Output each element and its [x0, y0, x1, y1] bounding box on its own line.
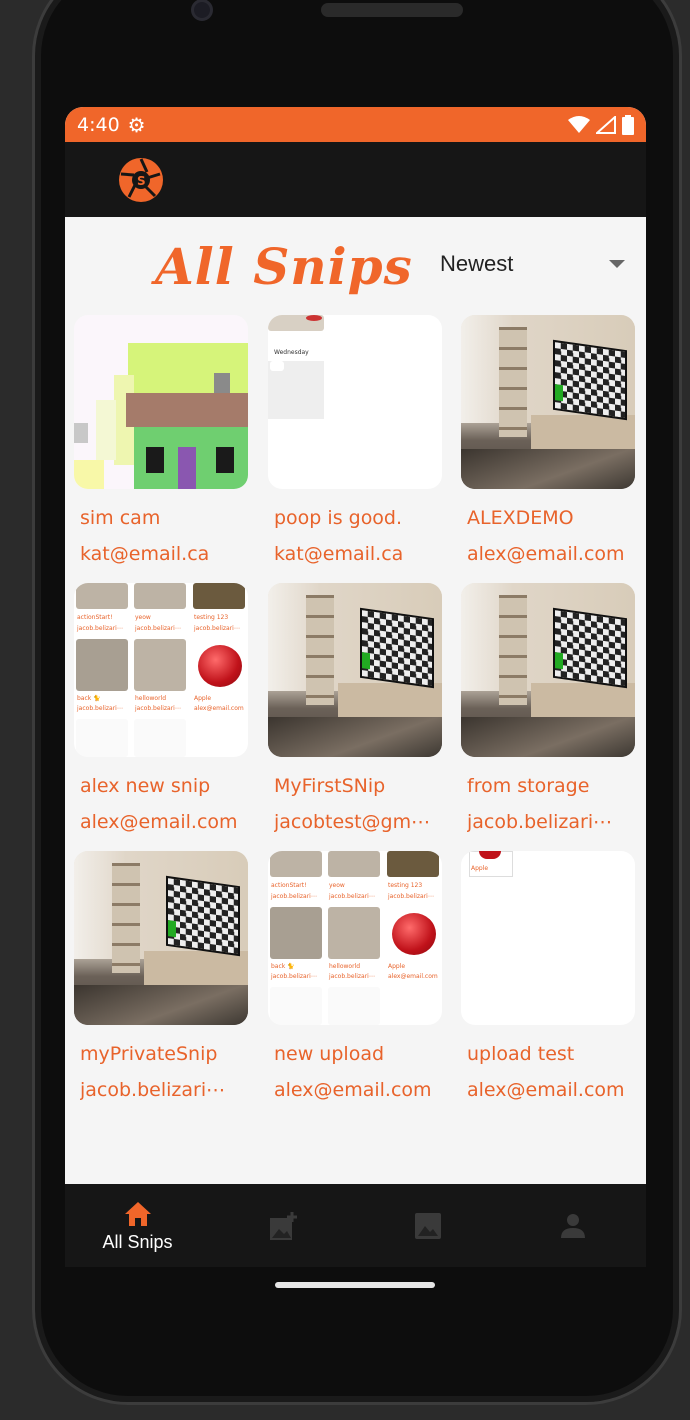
grid-author: jacob.belizari⋯ — [271, 973, 317, 980]
grid-label: yeow — [329, 882, 345, 889]
grid-label: actionStart! — [271, 882, 307, 889]
snip-card[interactable]: from storage jacob.belizari⋯ — [461, 583, 635, 833]
grid-author: jacob.belizari⋯ — [194, 625, 240, 632]
grid-author: jacob.belizari⋯ — [271, 893, 317, 900]
sort-selected-value: Newest — [440, 251, 514, 276]
nav-add-snip[interactable] — [210, 1184, 355, 1267]
snip-title: new upload — [274, 1043, 385, 1065]
snip-author: alex@email.com — [467, 543, 625, 565]
snip-title: myPrivateSnip — [80, 1043, 218, 1065]
status-bar: 4:40 ⚙ — [65, 107, 646, 142]
snip-author: jacobtest@gm⋯ — [274, 811, 431, 833]
grid-author: jacob.belizari⋯ — [329, 893, 375, 900]
signal-icon — [596, 115, 616, 134]
grid-label: helloworld — [329, 963, 361, 970]
grid-author: jacob.belizari⋯ — [135, 625, 181, 632]
nav-gallery[interactable] — [355, 1184, 500, 1267]
snip-card[interactable]: MyFirstSNip jacobtest@gm⋯ — [268, 583, 442, 833]
snip-author: alex@email.com — [467, 1079, 625, 1101]
snip-card[interactable]: myPrivateSnip jacob.belizari⋯ — [74, 851, 248, 1101]
grid-label: helloworld — [135, 695, 167, 702]
front-camera — [191, 0, 213, 21]
snip-thumbnail-room — [268, 583, 442, 757]
earpiece-speaker — [321, 3, 463, 17]
person-icon — [560, 1214, 585, 1238]
snip-title: alex new snip — [80, 775, 211, 797]
app-logo-icon[interactable]: S — [119, 158, 163, 202]
gesture-home-bar[interactable] — [275, 1282, 435, 1288]
grid-label: testing 123 — [388, 882, 423, 889]
snip-author: jacob.belizari⋯ — [467, 811, 613, 833]
snip-title: upload test — [467, 1043, 575, 1065]
sort-dropdown[interactable]: Newest — [440, 249, 625, 279]
snip-thumbnail-apple: Apple — [461, 851, 635, 1025]
snip-card[interactable]: actionStart! yeow testing 123 jacob.beli… — [268, 851, 442, 1101]
nav-all-snips[interactable]: All Snips — [65, 1184, 210, 1267]
snip-thumbnail-room — [461, 315, 635, 489]
grid-label: Apple — [388, 963, 406, 970]
snip-author: kat@email.ca — [80, 543, 210, 565]
grid-label: back 🐈 — [271, 963, 295, 970]
snip-author: alex@email.com — [80, 811, 238, 833]
grid-label: yeow — [135, 614, 151, 621]
status-time: 4:40 — [77, 113, 120, 136]
snip-author: kat@email.ca — [274, 543, 404, 565]
page-title: All Snips — [155, 237, 413, 296]
chevron-down-icon — [609, 260, 625, 268]
apple-image-icon — [392, 913, 436, 955]
image-icon — [414, 1213, 441, 1239]
snip-thumbnail-pixel-house — [74, 315, 248, 489]
snip-card[interactable]: ALEXDEMO alex@email.com — [461, 315, 635, 565]
wifi-icon — [568, 115, 590, 133]
snip-author: jacob.belizari⋯ — [80, 1079, 226, 1101]
snip-author: alex@email.com — [274, 1079, 432, 1101]
snip-title: sim cam — [80, 507, 161, 529]
grid-author: jacob.belizari⋯ — [329, 973, 375, 980]
svg-text:S: S — [137, 174, 146, 188]
snip-card[interactable]: Wednesday poop is good. kat@email.ca — [268, 315, 442, 565]
snip-thumbnail-calendar: Wednesday — [268, 315, 442, 489]
grid-label: Apple — [194, 695, 212, 702]
bottom-navigation: All Snips — [65, 1184, 646, 1267]
nav-profile[interactable] — [500, 1184, 645, 1267]
settings-gear-icon: ⚙ — [127, 112, 146, 137]
snip-thumbnail-grid: actionStart! yeow testing 123 jacob.beli… — [268, 851, 442, 1025]
snip-card[interactable]: actionStart! yeow testing 123 jacob.beli… — [74, 583, 248, 833]
grid-author: jacob.belizari⋯ — [77, 625, 123, 632]
grid-author: alex@email.com — [388, 973, 438, 980]
snip-thumbnail-room — [461, 583, 635, 757]
app-screen: 4:40 ⚙ S All Snips Newest sim cam kat@em… — [65, 107, 646, 1267]
grid-author: jacob.belizari⋯ — [135, 705, 181, 712]
app-bar: S — [65, 142, 646, 217]
snip-title: MyFirstSNip — [274, 775, 386, 797]
snip-thumbnail-grid: actionStart! yeow testing 123 jacob.beli… — [74, 583, 248, 757]
grid-author: jacob.belizari⋯ — [77, 705, 123, 712]
nav-label: All Snips — [102, 1232, 173, 1252]
snip-card[interactable]: sim cam kat@email.ca — [74, 315, 248, 565]
grid-author: alex@email.com — [194, 705, 244, 712]
apple-label: Apple — [471, 865, 489, 872]
snip-card[interactable]: Apple upload test alex@email.com — [461, 851, 635, 1101]
home-icon — [124, 1202, 151, 1226]
apple-image-icon — [198, 645, 242, 687]
battery-icon — [622, 114, 634, 135]
grid-label: actionStart! — [77, 614, 113, 621]
snip-thumbnail-room — [74, 851, 248, 1025]
calendar-day-label: Wednesday — [274, 349, 309, 356]
grid-author: jacob.belizari⋯ — [388, 893, 434, 900]
snip-title: from storage — [467, 775, 590, 797]
grid-label: back 🐈 — [77, 695, 101, 702]
snip-title: poop is good. — [274, 507, 403, 529]
grid-label: testing 123 — [194, 614, 229, 621]
add-photo-icon — [269, 1212, 297, 1240]
snip-title: ALEXDEMO — [467, 507, 574, 529]
